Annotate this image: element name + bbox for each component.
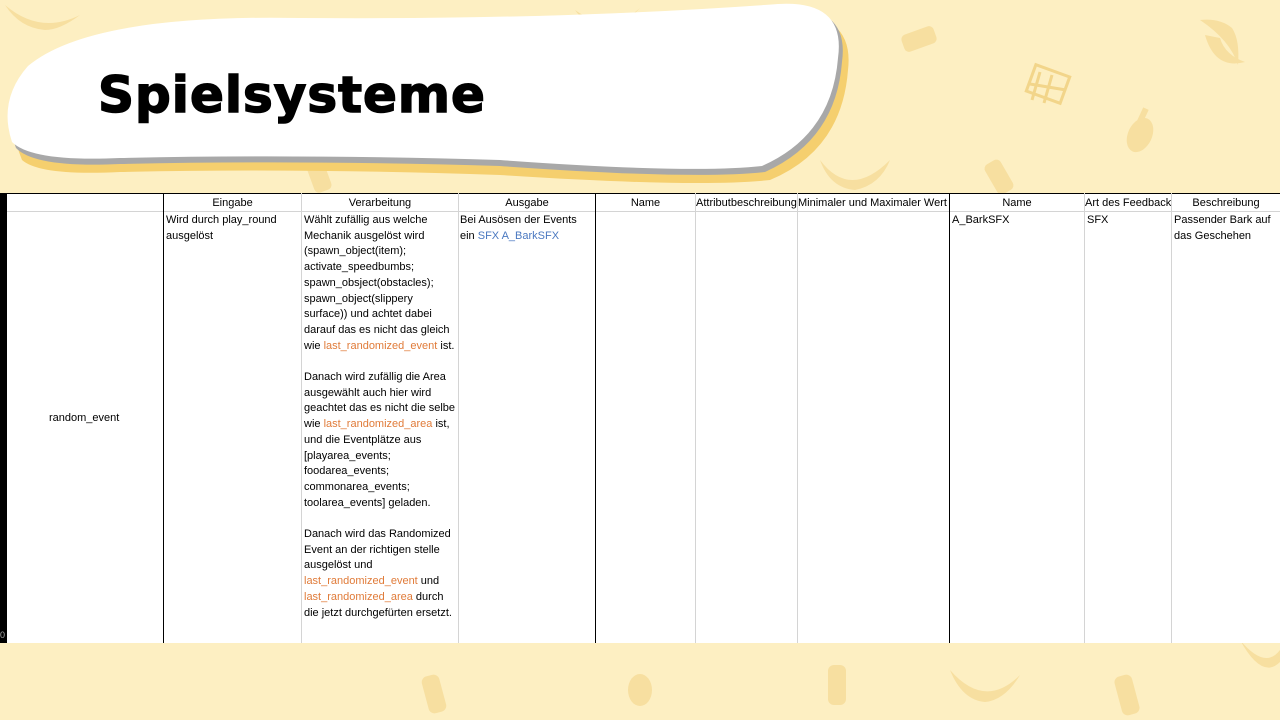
cell-art-des-feedbacks: SFX: [1087, 214, 1109, 226]
header-min-max-wert: Minimaler und Maximaler Wert: [798, 197, 947, 209]
header-top-border: [7, 193, 1280, 194]
sfx-reference: SFX A_BarkSFX: [477, 229, 560, 242]
column-divider: [301, 193, 302, 643]
cell-ausgabe: Bei Ausösen der Events ein SFX A_BarkSFX: [460, 214, 577, 242]
bottle-icon: [984, 159, 1014, 195]
column-divider: [1084, 193, 1085, 643]
edge-number: 0: [0, 630, 6, 640]
variable-last-randomized-area: last_randomized_area: [304, 590, 413, 603]
bottle-icon: [1114, 674, 1140, 716]
slide-title: Spielsysteme: [97, 65, 486, 125]
header-ausgabe: Ausgabe: [505, 197, 549, 209]
column-divider: [1171, 193, 1172, 643]
bottle-icon: [828, 665, 846, 705]
variable-last-randomized-area: last_randomized_area: [323, 418, 433, 431]
column-divider: [163, 193, 164, 643]
cell-eingabe: Wird durch play_round ausgelöst: [166, 214, 277, 242]
chicken-leg-icon: [628, 674, 652, 706]
shopping-cart-icon: [1024, 62, 1072, 106]
column-divider: [797, 193, 798, 643]
header-art-des-feedbacks: Art des Feedbacks: [1085, 197, 1171, 209]
variable-last-randomized-event: last_randomized_event: [304, 575, 418, 588]
header-eingabe: Eingabe: [212, 197, 253, 209]
header-bottom-border: [7, 211, 1280, 212]
bottle-icon: [901, 26, 937, 52]
variable-last-randomized-event: last_randomized_event: [323, 339, 438, 352]
sheet-left-border: [0, 193, 7, 643]
header-beschreibung: Beschreibung: [1192, 197, 1260, 209]
column-divider: [695, 193, 696, 643]
header-verarbeitung: Verarbeitung: [348, 197, 412, 209]
header-feedback-name: Name: [1002, 197, 1032, 209]
column-divider: [949, 193, 950, 643]
cell-feedback-name: A_BarkSFX: [952, 214, 1010, 226]
spreadsheet-table: Eingabe Verarbeitung Ausgabe Name Attrib…: [0, 193, 1280, 643]
row-label: random_event: [49, 412, 120, 424]
header-name: Name: [630, 197, 661, 209]
banana-icon: [1240, 640, 1280, 668]
column-divider: [458, 193, 459, 643]
banana-icon: [950, 670, 1020, 702]
header-attributbeschreibung: Attributbeschreibung: [696, 197, 797, 209]
bottle-icon: [421, 674, 447, 714]
chicken-leg-icon: [1126, 107, 1154, 153]
cell-beschreibung: Passender Bark auf das Geschehen: [1174, 214, 1271, 242]
cell-verarbeitung: Wählt zufällig aus welche Mechanik ausge…: [304, 214, 456, 619]
column-divider: [595, 193, 596, 643]
